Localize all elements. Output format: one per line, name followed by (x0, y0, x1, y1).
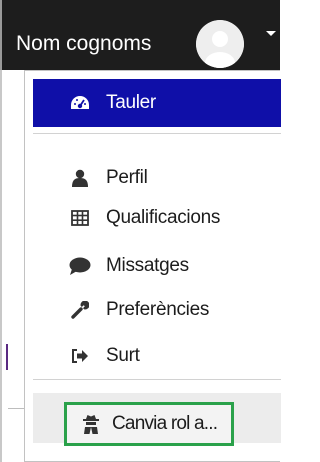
menu-item-messages[interactable]: Missatges (33, 247, 281, 285)
chat-bubble-icon (69, 255, 91, 277)
menu-label-messages: Missatges (106, 255, 189, 276)
user-name[interactable]: Nom cognoms (16, 32, 151, 56)
menu-label-profile: Perfil (106, 167, 148, 188)
menu-label-dashboard: Tauler (106, 92, 156, 113)
menu-divider (33, 379, 281, 380)
navbar: Nom cognoms (0, 0, 280, 70)
page-accent (6, 344, 8, 370)
menu-item-grades[interactable]: Qualificacions (33, 199, 281, 237)
dashboard-icon (69, 92, 91, 114)
menu-item-switch-role[interactable]: Canvia rol a... (64, 402, 234, 446)
menu-label-preferences: Preferències (106, 299, 210, 320)
wrench-icon (69, 299, 91, 321)
sign-out-icon (69, 345, 91, 367)
menu-item-preferences[interactable]: Preferències (33, 291, 281, 329)
menu-divider (33, 133, 281, 134)
user-secret-icon (80, 413, 102, 435)
menu-item-logout[interactable]: Surt (33, 337, 281, 375)
menu-label-switch-role: Canvia rol a... (112, 413, 218, 434)
table-icon (69, 207, 91, 229)
menu-item-dashboard[interactable]: Tauler (33, 79, 281, 127)
chevron-down-icon[interactable] (266, 31, 276, 36)
menu-label-grades: Qualificacions (106, 207, 221, 228)
menu-label-logout: Surt (106, 345, 140, 366)
user-avatar[interactable] (196, 20, 244, 68)
user-icon (69, 167, 91, 189)
menu-item-profile[interactable]: Perfil (33, 159, 281, 197)
page-edge (0, 70, 2, 462)
